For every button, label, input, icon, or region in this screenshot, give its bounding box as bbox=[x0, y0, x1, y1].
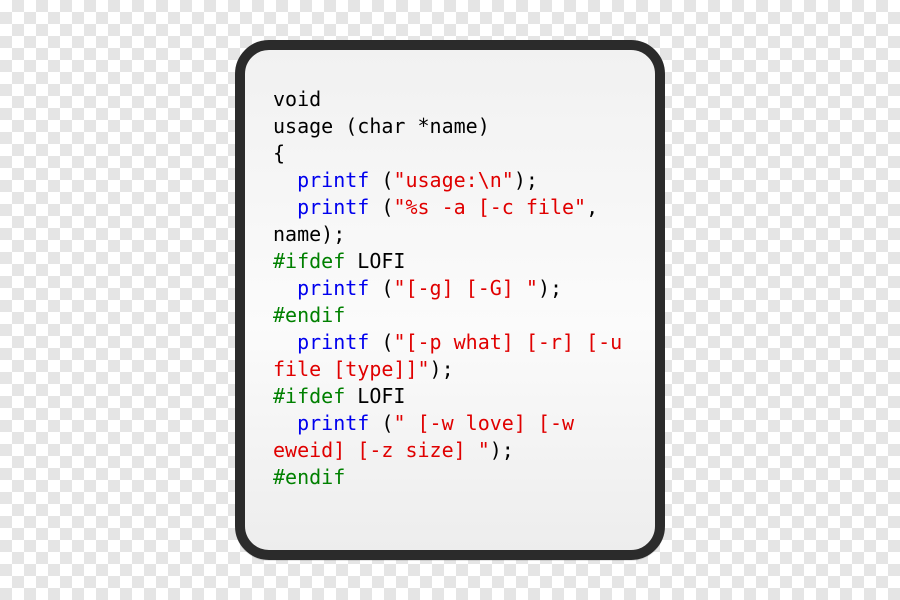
code-token: { bbox=[273, 141, 285, 165]
code-token: ); bbox=[430, 357, 454, 381]
code-token bbox=[273, 411, 297, 435]
code-token: "usage:\n" bbox=[393, 168, 513, 192]
code-token: ( bbox=[369, 276, 393, 300]
code-token: ); bbox=[514, 168, 538, 192]
code-token: ( bbox=[369, 330, 393, 354]
code-token: #endif bbox=[273, 465, 345, 489]
code-token: void bbox=[273, 87, 321, 111]
code-token: #endif bbox=[273, 303, 345, 327]
code-token: printf bbox=[297, 411, 369, 435]
code-token: usage (char *name) bbox=[273, 114, 490, 138]
code-token bbox=[273, 168, 297, 192]
code-token: ); bbox=[490, 438, 514, 462]
code-token: ); bbox=[538, 276, 562, 300]
code-token: printf bbox=[297, 168, 369, 192]
code-token: LOFI bbox=[345, 384, 405, 408]
code-token: printf bbox=[297, 330, 369, 354]
code-token: LOFI bbox=[345, 249, 405, 273]
code-token: ( bbox=[369, 411, 393, 435]
code-card: void usage (char *name) { printf ("usage… bbox=[235, 40, 665, 560]
code-token bbox=[273, 276, 297, 300]
code-token: #ifdef bbox=[273, 249, 345, 273]
code-block: void usage (char *name) { printf ("usage… bbox=[273, 86, 635, 491]
code-token: printf bbox=[297, 276, 369, 300]
code-token: printf bbox=[297, 195, 369, 219]
code-token bbox=[273, 330, 297, 354]
code-token: ( bbox=[369, 195, 393, 219]
code-token bbox=[273, 195, 297, 219]
code-token: ( bbox=[369, 168, 393, 192]
code-token: "[-g] [-G] " bbox=[393, 276, 538, 300]
code-token: #ifdef bbox=[273, 384, 345, 408]
code-token: "%s -a [-c file" bbox=[393, 195, 586, 219]
